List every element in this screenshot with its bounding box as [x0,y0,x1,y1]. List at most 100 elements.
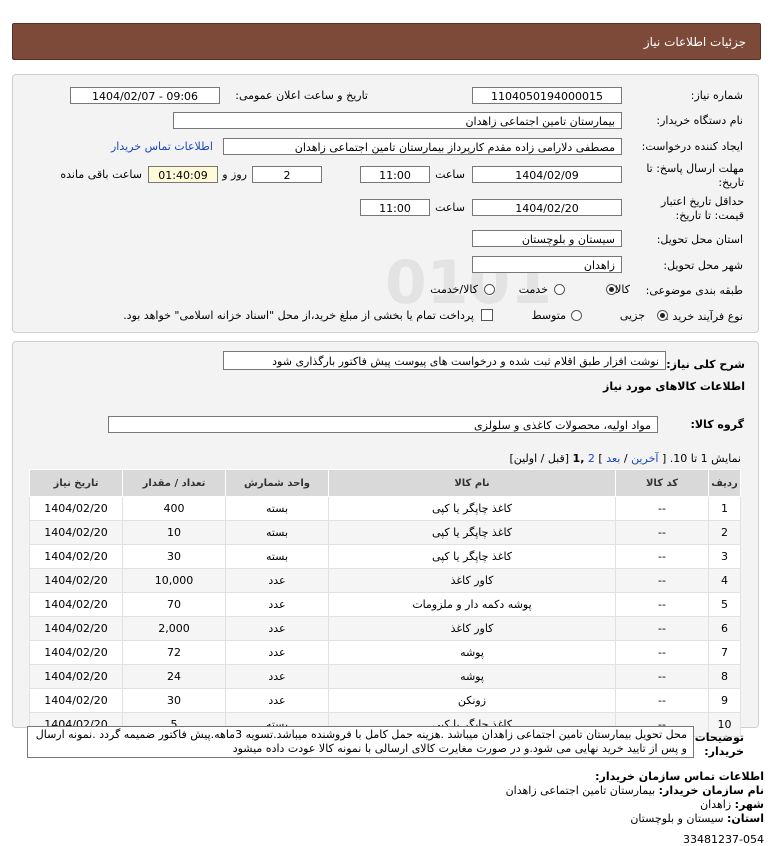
pagination-separator: / [623,452,628,465]
city-label: شهر محل تحویل: [663,259,743,272]
summary-field: نوشت افزار طبق اقلام ثبت شده و درخواست ه… [223,351,666,370]
contact-city-line: شهر: زاهدان [700,798,764,811]
cell-quantity: 70 [122,592,226,617]
goods-group-label: گروه کالا: [690,418,744,431]
contact-city-label: شهر: [734,798,764,811]
days-remaining-field: 2 [252,166,322,183]
table-row: 5 -- پوشه دکمه دار و ملزومات عدد 70 1404/02/2… [29,592,741,617]
cell-need-date: 1404/02/20 [29,664,123,689]
column-header-unit: واحد شمارش [225,469,329,497]
cell-goods-code: -- [615,496,709,521]
creator-field: مصطفی دلارامی زاده مقدم کارپرداز بیمارست… [223,138,622,155]
days-label: روز و [222,168,247,181]
cell-goods-name: کاغذ چاپگر یا کپی [328,520,616,545]
buyer-org-label: نام دستگاه خریدار: [656,114,743,127]
cell-quantity: 2,000 [122,616,226,641]
cell-unit: عدد [225,616,329,641]
province-field: سیستان و بلوچستان [472,230,622,247]
cell-goods-code: -- [615,544,709,569]
table-header-row: ردیف کد کالا نام کالا واحد شمارش تعداد /… [29,469,741,497]
contact-city-value: زاهدان [700,798,732,811]
page-header: جزئيات اطلاعات نياز [12,23,761,60]
cell-need-date: 1404/02/20 [29,496,123,521]
cell-quantity: 10,000 [122,568,226,593]
validity-time-label: ساعت [435,201,465,214]
creator-label: ایجاد کننده درخواست: [641,140,743,153]
page: جزئيات اطلاعات نياز 0101 ParsNamadData م… [0,0,770,846]
buyer-contact-link[interactable]: اطلاعات تماس خریدار [111,140,213,153]
cell-need-date: 1404/02/20 [29,592,123,617]
deadline-time-label: ساعت [435,168,465,181]
table-row: 4 -- کاور کاغذ عدد 10,000 1404/02/20 [29,568,741,593]
cell-unit: عدد [225,592,329,617]
pagination-current-page: ,1 [572,452,585,465]
goods-table: ردیف کد کالا نام کالا واحد شمارش تعداد /… [29,469,741,737]
contact-title: اطلاعات تماس سازمان خریدار: [595,770,764,783]
cell-row-number: 6 [708,616,741,641]
contact-org-label: نام سازمان خریدار: [658,784,764,797]
table-row: 3 -- کاغذ چاپگر یا کپی بسته 30 1404/02/20 [29,544,741,569]
pagination-suffix: [قبل / اولین] [509,452,570,465]
cell-quantity: 30 [122,544,226,569]
category-radio-goods-service[interactable] [484,284,495,295]
validity-label: حداقل تاریخ اعتبار [660,195,744,208]
pagination-next-link[interactable]: بعد [606,452,620,465]
column-header-row-number: ردیف [708,469,741,497]
cell-goods-code: -- [615,616,709,641]
column-header-goods-code: کد کالا [615,469,709,497]
page-title: جزئيات اطلاعات نياز [643,35,746,49]
cell-goods-code: -- [615,520,709,545]
process-option-minor: جزیی [619,309,645,322]
cell-goods-name: کاغذ چاپگر یا کپی [328,544,616,569]
cell-goods-name: پوشه دکمه دار و ملزومات [328,592,616,617]
cell-goods-name: پوشه [328,640,616,665]
contact-province-label: استان: [727,812,764,825]
remaining-time-label: ساعت باقی مانده [60,168,142,181]
buyer-notes-label: توضیحات [694,731,744,744]
column-header-quantity: تعداد / مقدار [122,469,226,497]
cell-goods-name: کاور کاغذ [328,568,616,593]
treasury-payment-checkbox[interactable] [481,309,493,321]
cell-unit: بسته [225,544,329,569]
goods-info-title: اطلاعات کالاهای مورد نیاز [603,380,745,393]
announce-label: تاریخ و ساعت اعلان عمومی: [235,89,368,102]
cell-goods-name: پوشه [328,664,616,689]
category-radio-service[interactable] [554,284,565,295]
pagination-page-2-link[interactable]: 2 [588,452,595,465]
cell-quantity: 10 [122,520,226,545]
cell-unit: عدد [225,640,329,665]
cell-unit: عدد [225,688,329,713]
contact-province-value: سیستان و بلوچستان [630,812,724,825]
cell-goods-code: -- [615,640,709,665]
process-type-label: نوع فرآیند خرید : [665,310,743,323]
buyer-notes-field: محل تحویل بیمارستان تامین اجتماعی زاهدان… [27,726,694,758]
province-label: استان محل تحویل: [656,233,743,246]
buyer-notes-label-2: خریدار: [704,745,744,758]
cell-goods-name: کاور کاغذ [328,616,616,641]
cell-need-date: 1404/02/20 [29,688,123,713]
validity-date-field: 1404/02/20 [472,199,622,216]
process-radio-medium[interactable] [571,310,582,321]
cell-unit: عدد [225,664,329,689]
deadline-date-field: 1404/02/09 [472,166,622,183]
table-row: 8 -- پوشه عدد 24 1404/02/20 [29,664,741,689]
pagination-last-link[interactable]: آخرین [631,452,658,465]
summary-label: شرح کلی نیاز: [666,358,745,371]
pagination: نمایش 1 تا 10. [ آخرین / بعد ] 2 ,1 [قبل… [509,452,741,465]
cell-need-date: 1404/02/20 [29,520,123,545]
cell-quantity: 30 [122,688,226,713]
contact-org-value: بیمارستان تامین اجتماعی زاهدان [505,784,656,797]
cell-quantity: 400 [122,496,226,521]
table-row: 1 -- کاغذ چاپگر یا کپی بسته 400 1404/02/20 [29,496,741,521]
process-radio-minor[interactable] [657,310,668,321]
cell-row-number: 7 [708,640,741,665]
announce-value: 1404/02/07 - 09:06 [91,90,199,103]
remaining-time-field: 01:40:09 [148,166,218,183]
category-option-service: خدمت [518,283,548,296]
pagination-prefix: نمایش 1 تا 10. [ [661,452,741,465]
cell-goods-name: زونکن [328,688,616,713]
cell-need-date: 1404/02/20 [29,616,123,641]
contact-province-line: استان: سیستان و بلوچستان [630,812,764,825]
cell-need-date: 1404/02/20 [29,640,123,665]
cell-row-number: 2 [708,520,741,545]
